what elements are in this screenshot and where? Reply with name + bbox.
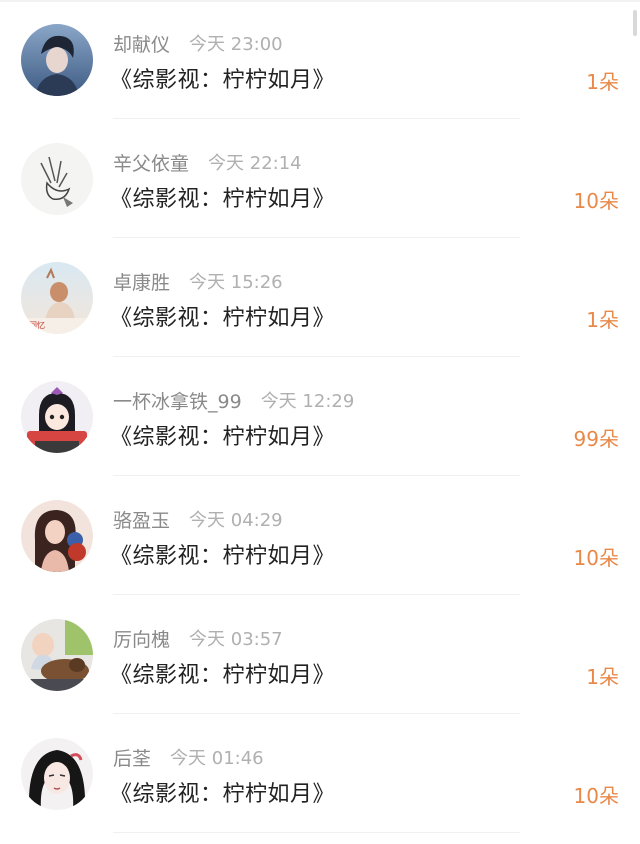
list-item[interactable]: 却献仪 今天 23:00 《综影视：柠柠如月》 1朵 xyxy=(0,0,640,119)
send-time: 今天 03:57 xyxy=(189,629,283,650)
sender-name[interactable]: 后荃 xyxy=(113,744,151,771)
send-time: 今天 15:26 xyxy=(189,272,283,293)
send-time: 今天 12:29 xyxy=(260,391,355,412)
avatar[interactable] xyxy=(21,24,93,96)
sender-name[interactable]: 一杯冰拿铁_99 xyxy=(113,387,242,414)
book-title[interactable]: 《综影视：柠柠如月》 xyxy=(110,657,335,689)
avatar[interactable]: 回忆 xyxy=(21,262,93,334)
book-title[interactable]: 《综影视：柠柠如月》 xyxy=(110,538,335,570)
book-title[interactable]: 《综影视：柠柠如月》 xyxy=(110,181,335,213)
avatar[interactable] xyxy=(21,381,93,453)
list-item[interactable]: 厉向槐 今天 03:57 《综影视：柠柠如月》 1朵 xyxy=(0,595,640,714)
avatar[interactable] xyxy=(21,619,93,691)
sender-info: 卓康胜 今天 15:26 xyxy=(113,268,283,294)
book-title[interactable]: 《综影视：柠柠如月》 xyxy=(110,419,335,451)
flower-amount: 10朵 xyxy=(573,189,619,213)
gift-record-list: 却献仪 今天 23:00 《综影视：柠柠如月》 1朵 辛父依童 今天 22:14… xyxy=(0,0,640,833)
sender-name[interactable]: 骆盈玉 xyxy=(113,506,170,533)
flower-amount: 1朵 xyxy=(586,665,619,689)
sender-info: 却献仪 今天 23:00 xyxy=(113,30,283,56)
flower-amount: 10朵 xyxy=(573,784,619,808)
list-item[interactable]: 一杯冰拿铁_99 今天 12:29 《综影视：柠柠如月》 99朵 xyxy=(0,357,640,476)
sender-name[interactable]: 卓康胜 xyxy=(113,268,170,295)
flower-amount: 1朵 xyxy=(586,308,619,332)
book-title[interactable]: 《综影视：柠柠如月》 xyxy=(110,300,335,332)
flower-amount: 1朵 xyxy=(586,70,619,94)
row-divider xyxy=(113,832,520,833)
list-item[interactable]: 骆盈玉 今天 04:29 《综影视：柠柠如月》 10朵 xyxy=(0,476,640,595)
avatar[interactable] xyxy=(21,500,93,572)
list-item[interactable]: 辛父依童 今天 22:14 《综影视：柠柠如月》 10朵 xyxy=(0,119,640,238)
send-time: 今天 23:00 xyxy=(189,34,283,55)
avatar[interactable] xyxy=(21,738,93,810)
sender-info: 辛父依童 今天 22:14 xyxy=(113,149,302,175)
sender-info: 厉向槐 今天 03:57 xyxy=(113,625,283,651)
flower-amount: 10朵 xyxy=(573,546,619,570)
send-time: 今天 04:29 xyxy=(189,510,283,531)
sender-name[interactable]: 却献仪 xyxy=(113,30,170,57)
list-item[interactable]: 后荃 今天 01:46 《综影视：柠柠如月》 10朵 xyxy=(0,714,640,833)
send-time: 今天 01:46 xyxy=(170,748,264,769)
book-title[interactable]: 《综影视：柠柠如月》 xyxy=(110,62,335,94)
sender-info: 骆盈玉 今天 04:29 xyxy=(113,506,283,532)
svg-text:回忆: 回忆 xyxy=(29,320,45,330)
sender-name[interactable]: 厉向槐 xyxy=(113,625,170,652)
book-title[interactable]: 《综影视：柠柠如月》 xyxy=(110,776,335,808)
sender-info: 后荃 今天 01:46 xyxy=(113,744,264,770)
avatar[interactable] xyxy=(21,143,93,215)
sender-info: 一杯冰拿铁_99 今天 12:29 xyxy=(113,387,354,413)
send-time: 今天 22:14 xyxy=(208,153,302,174)
flower-amount: 99朵 xyxy=(573,427,619,451)
list-item[interactable]: 回忆 卓康胜 今天 15:26 《综影视：柠柠如月》 1朵 xyxy=(0,238,640,357)
sender-name[interactable]: 辛父依童 xyxy=(113,149,189,176)
